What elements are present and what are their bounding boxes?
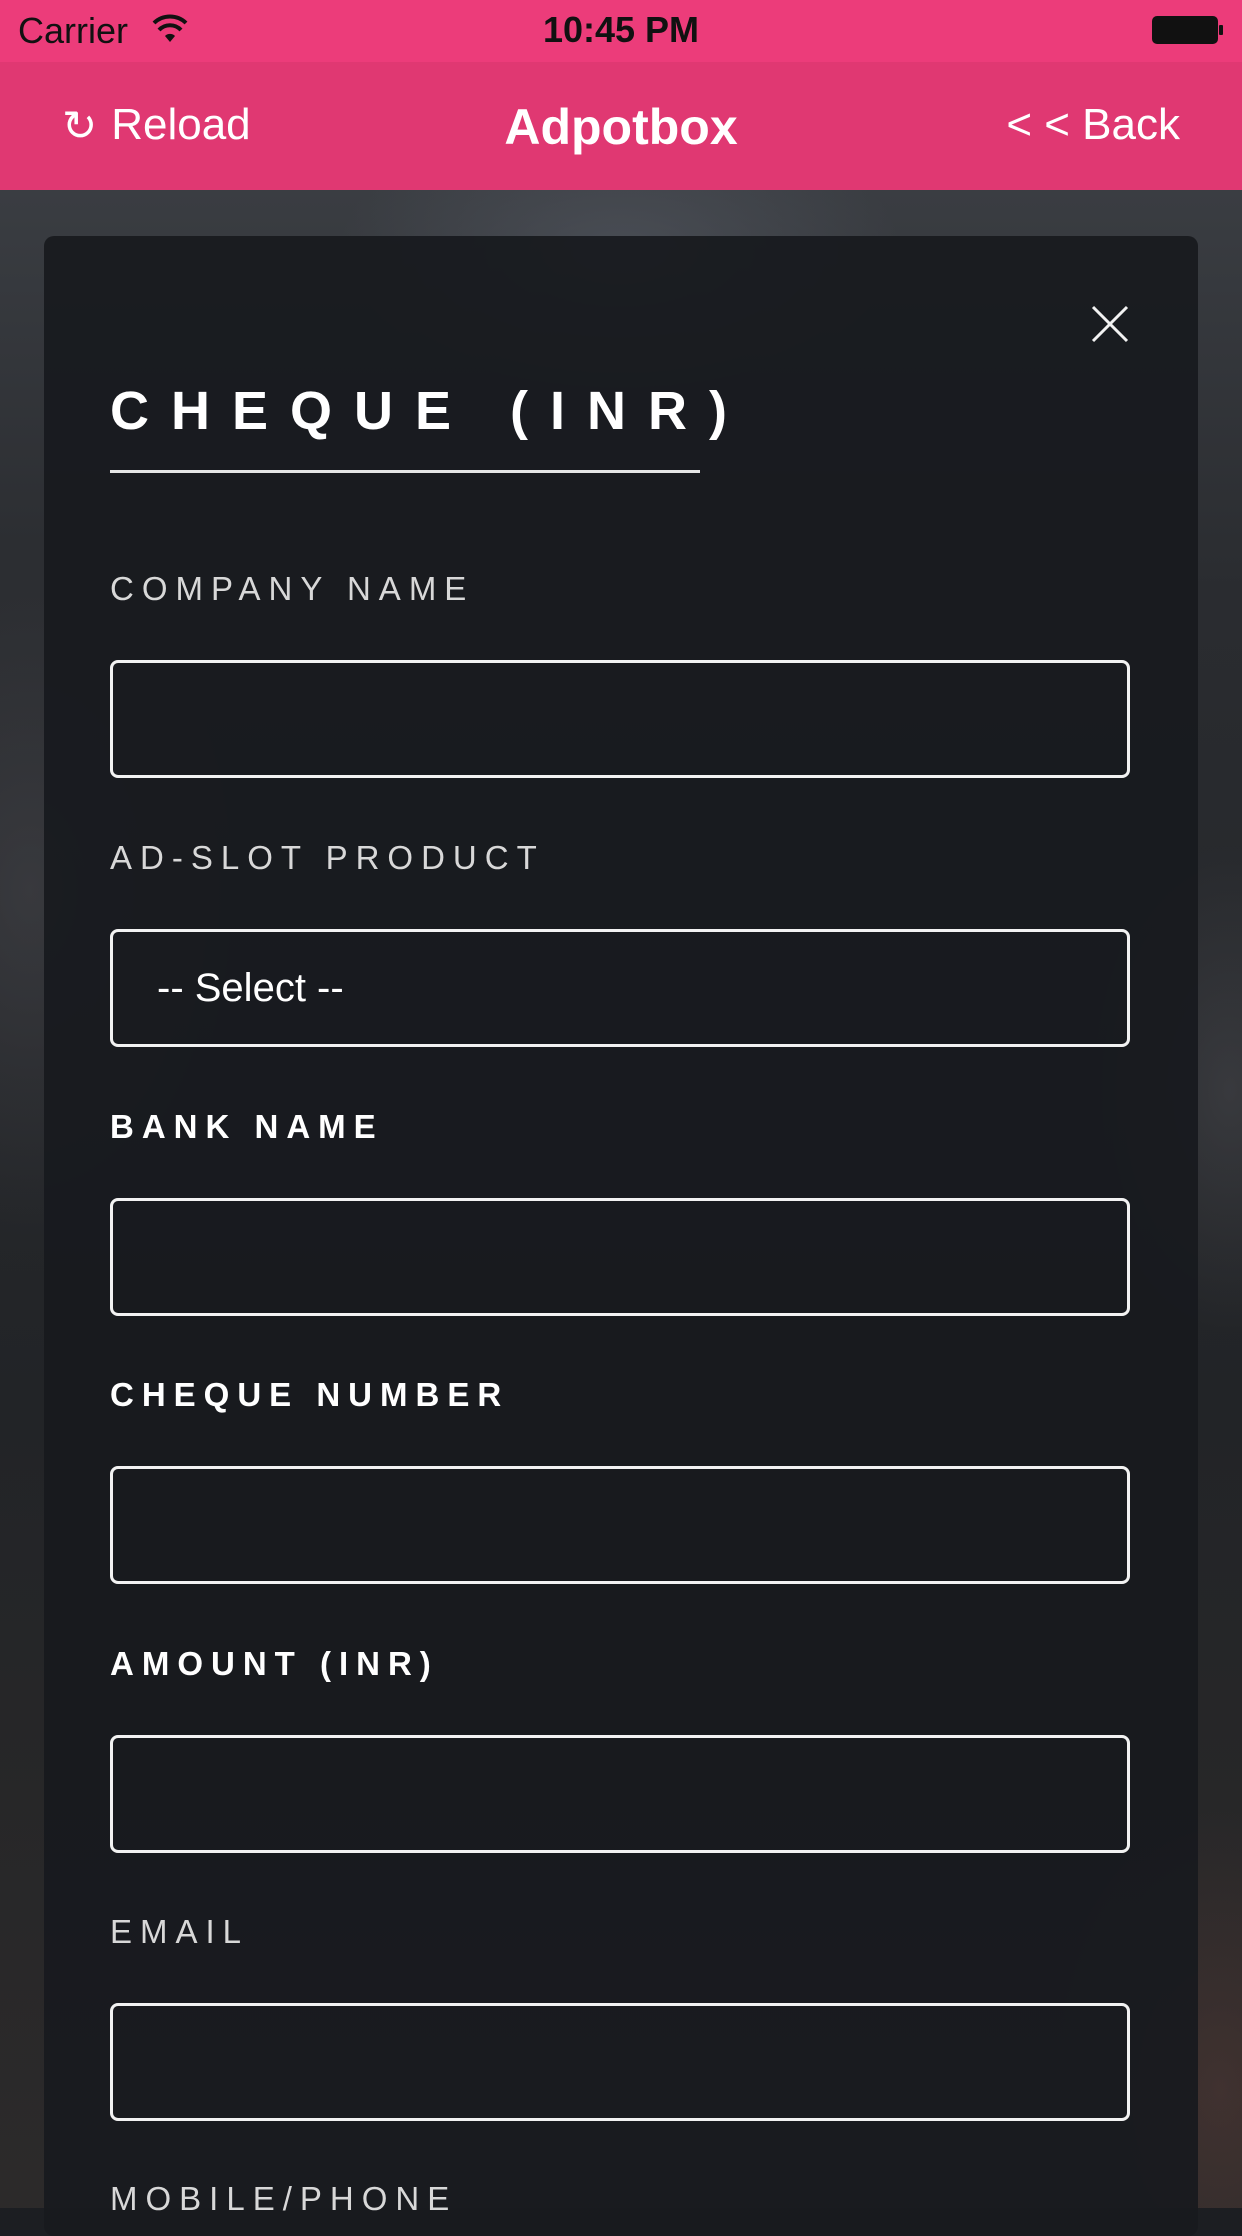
cheque-number-label: CHEQUE NUMBER bbox=[110, 1376, 510, 1413]
ad-slot-product-select[interactable]: -- Select -- bbox=[110, 929, 1130, 1047]
company-name-label: COMPANY NAME bbox=[110, 570, 475, 607]
mobile-phone-label: MOBILE/PHONE bbox=[110, 2180, 458, 2217]
battery-icon bbox=[1152, 16, 1223, 44]
status-bar: Carrier 10:45 PM bbox=[0, 0, 1242, 62]
status-time: 10:45 PM bbox=[542, 9, 700, 50]
back-button[interactable]: < < Back bbox=[1006, 100, 1180, 150]
close-icon[interactable] bbox=[1090, 304, 1130, 344]
navigation-bar: ↻ Reload Adpotbox < < Back bbox=[0, 62, 1242, 190]
title-underline bbox=[110, 470, 700, 473]
email-input[interactable] bbox=[110, 2003, 1130, 2121]
company-name-input[interactable] bbox=[110, 660, 1130, 778]
bank-name-label: BANK NAME bbox=[110, 1108, 384, 1145]
amount-input[interactable] bbox=[110, 1735, 1130, 1853]
bank-name-input[interactable] bbox=[110, 1198, 1130, 1316]
ad-slot-product-selected: -- Select -- bbox=[157, 965, 344, 1010]
email-label: EMAIL bbox=[110, 1913, 250, 1950]
cheque-number-input[interactable] bbox=[110, 1466, 1130, 1584]
ad-slot-product-label: AD-SLOT PRODUCT bbox=[110, 839, 545, 876]
amount-label: AMOUNT (INR) bbox=[110, 1645, 439, 1682]
form-title: CHEQUE (INR) bbox=[110, 381, 749, 441]
